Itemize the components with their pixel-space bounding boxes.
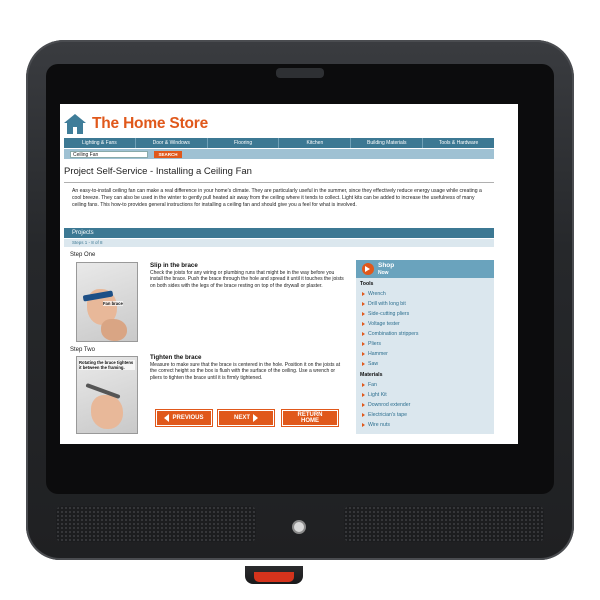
shop-subtitle: Now	[378, 270, 389, 276]
material-item-label: Light Kit	[368, 392, 387, 398]
material-item-label: Downrod extender	[368, 402, 411, 408]
material-item[interactable]: Fan	[362, 382, 377, 388]
tool-item[interactable]: Pliers	[362, 341, 381, 347]
home-button[interactable]	[292, 520, 306, 534]
nav-lighting-fans[interactable]: Lighting & Fans	[64, 138, 136, 148]
bullet-arrow-icon	[362, 332, 365, 336]
material-item-label: Wire nuts	[368, 422, 390, 428]
step-two-image-caption: Rotating the brace tightens it between t…	[79, 360, 135, 370]
tool-item-label: Side-cutting pliers	[368, 311, 410, 317]
bullet-arrow-icon	[362, 352, 365, 356]
bullet-arrow-icon	[362, 302, 365, 306]
title-divider	[64, 182, 494, 183]
tool-item[interactable]: Combination strippers	[362, 331, 418, 337]
previous-button-label: PREVIOUS	[172, 415, 204, 421]
left-speaker-grille	[56, 506, 256, 542]
tool-item[interactable]: Saw	[362, 361, 378, 367]
step-one-title: Slip in the brace	[150, 262, 198, 269]
tool-item-label: Pliers	[368, 341, 381, 347]
shop-now-panel: Shop Now Tools Wrench Drill with long bi…	[356, 260, 494, 434]
tool-item[interactable]: Wrench	[362, 291, 386, 297]
return-home-label-line2: HOME	[301, 418, 319, 424]
next-button-label: NEXT	[233, 415, 250, 421]
step-one-label: Step One	[70, 252, 96, 258]
shop-now-header[interactable]: Shop Now	[356, 260, 494, 278]
search-button[interactable]: SEARCH	[154, 151, 182, 158]
bullet-arrow-icon	[362, 362, 365, 366]
touch-screen: The Home Store Lighting & Fans Door & Wi…	[60, 104, 518, 444]
search-input[interactable]: Ceiling Fan	[70, 151, 148, 158]
intro-text: An easy-to-install ceiling fan can make …	[72, 188, 482, 209]
step-two-title: Tighten the brace	[150, 354, 202, 361]
play-arrow-icon	[362, 263, 374, 275]
shop-title: Shop	[378, 262, 395, 269]
main-nav: Lighting & Fans Door & Windows Flooring …	[64, 138, 494, 148]
bullet-arrow-icon	[362, 413, 365, 417]
step-two-label: Step Two	[70, 347, 95, 353]
tool-item-label: Voltage tester	[368, 321, 400, 327]
nav-door-windows[interactable]: Door & Windows	[136, 138, 208, 148]
material-item[interactable]: Downrod extender	[362, 402, 410, 408]
bullet-arrow-icon	[362, 403, 365, 407]
material-item[interactable]: Light Kit	[362, 392, 387, 398]
material-item[interactable]: Wire nuts	[362, 422, 390, 428]
next-button[interactable]: NEXT	[217, 409, 275, 427]
steps-count: Steps 1 - 8 of 8	[64, 239, 494, 247]
page-title: Project Self-Service - Installing a Ceil…	[64, 166, 252, 177]
nav-tools-hardware[interactable]: Tools & Hardware	[423, 138, 494, 148]
step-two-image: Rotating the brace tightens it between t…	[76, 356, 138, 434]
bullet-arrow-icon	[362, 342, 365, 346]
brand-name: The Home Store	[92, 115, 209, 132]
return-home-button[interactable]: RETURN HOME	[281, 409, 339, 427]
materials-label: Materials	[360, 372, 383, 378]
arrow-left-icon	[164, 414, 170, 422]
scanner-window	[254, 572, 294, 582]
nav-building-materials[interactable]: Building Materials	[351, 138, 424, 148]
tool-item[interactable]: Voltage tester	[362, 321, 400, 327]
bullet-arrow-icon	[362, 292, 365, 296]
material-item-label: Electrician's tape	[368, 412, 408, 418]
tool-item-label: Wrench	[368, 291, 386, 297]
tool-item[interactable]: Side-cutting pliers	[362, 311, 409, 317]
previous-button[interactable]: PREVIOUS	[155, 409, 213, 427]
bullet-arrow-icon	[362, 383, 365, 387]
step-one-image-caption: Fan brace	[103, 301, 123, 306]
store-logo[interactable]: The Home Store	[64, 112, 208, 136]
arrow-right-icon	[253, 414, 258, 422]
bullet-arrow-icon	[362, 312, 365, 316]
nav-kitchen[interactable]: Kitchen	[279, 138, 352, 148]
house-icon	[64, 114, 86, 134]
bullet-arrow-icon	[362, 322, 365, 326]
step-one-text: Check the joists for any wiring or plumb…	[150, 270, 344, 289]
step-two-text: Measure to make sure that the brace is c…	[150, 362, 341, 381]
material-item[interactable]: Electrician's tape	[362, 412, 407, 418]
step-one-image: Fan brace	[76, 262, 138, 342]
tool-item-label: Combination strippers	[368, 331, 419, 337]
nav-flooring[interactable]: Flooring	[208, 138, 280, 148]
tool-item[interactable]: Hammer	[362, 351, 388, 357]
bullet-arrow-icon	[362, 423, 365, 427]
right-speaker-grille	[344, 506, 544, 542]
bullet-arrow-icon	[362, 393, 365, 397]
bezel-notch	[276, 68, 324, 78]
tool-item-label: Drill with long bit	[368, 301, 406, 307]
projects-header: Projects	[64, 228, 494, 238]
material-item-label: Fan	[368, 382, 377, 388]
tool-item[interactable]: Drill with long bit	[362, 301, 406, 307]
search-bar: Ceiling Fan SEARCH	[64, 149, 494, 159]
search-button-label: SEARCH	[158, 152, 178, 157]
tool-item-label: Saw	[368, 361, 379, 367]
tool-item-label: Hammer	[368, 351, 388, 357]
tools-label: Tools	[360, 281, 374, 287]
